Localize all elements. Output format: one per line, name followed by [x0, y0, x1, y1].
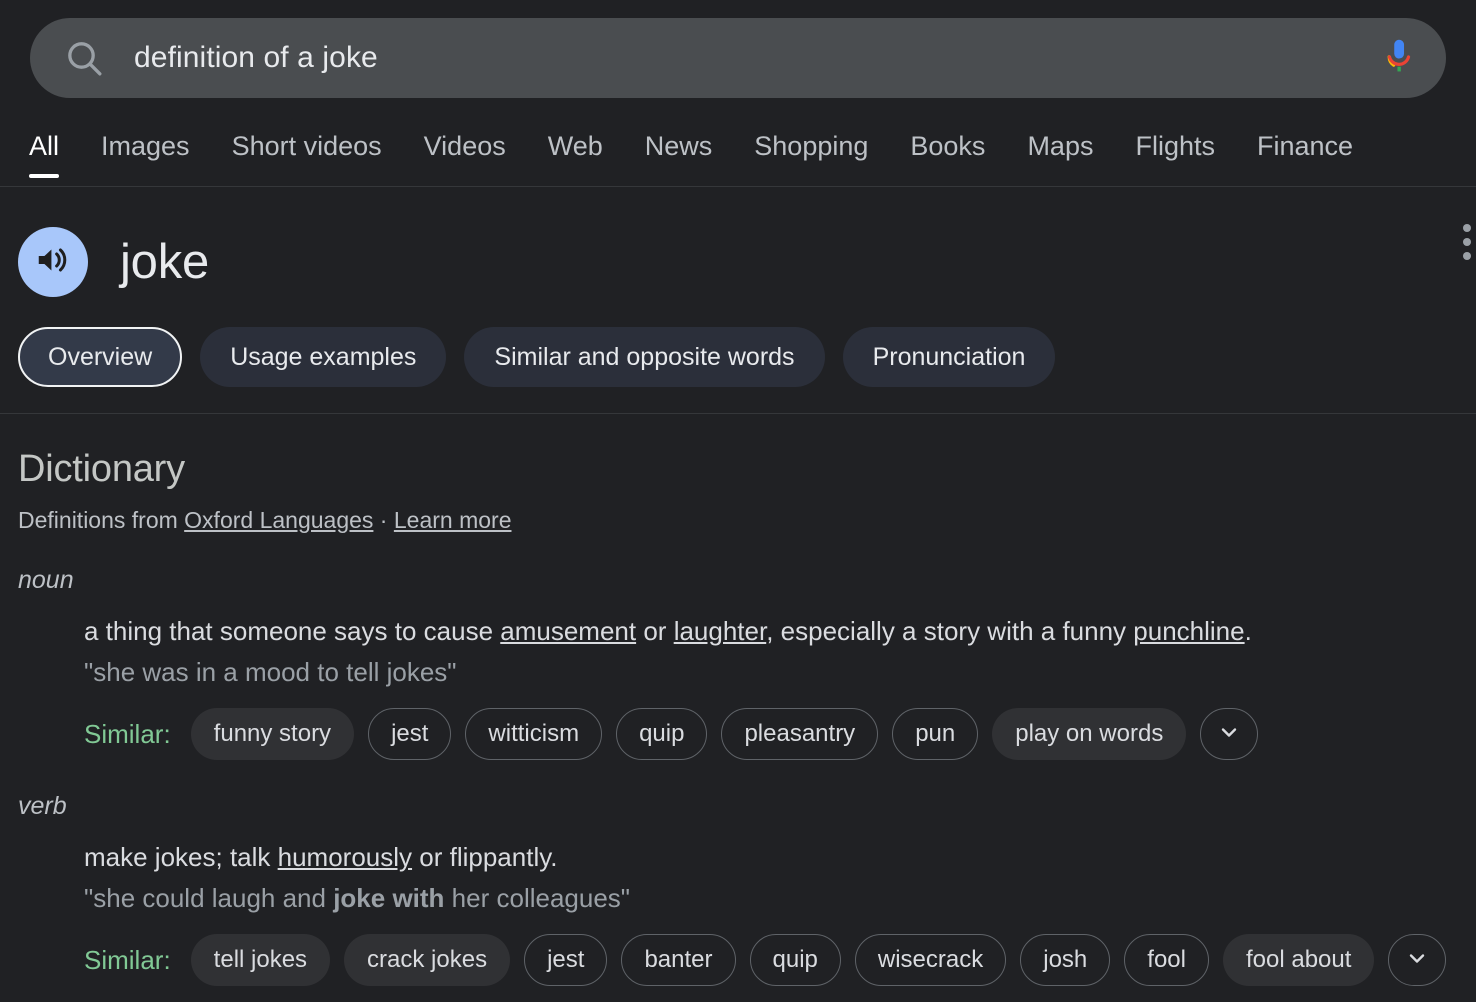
search-bar[interactable]: [30, 18, 1446, 98]
synonym-chip[interactable]: pleasantry: [721, 708, 879, 760]
search-input[interactable]: [104, 41, 1378, 75]
tab-label: Images: [101, 131, 190, 161]
similar-label: Similar:: [84, 718, 171, 749]
tab-label: Web: [547, 131, 603, 161]
expand-synonyms-button[interactable]: [1388, 934, 1447, 986]
definition-segment: make jokes; talk: [84, 842, 278, 872]
tab-maps[interactable]: Maps: [1006, 124, 1114, 168]
tab-finance[interactable]: Finance: [1236, 124, 1374, 168]
section-chip-row: Overview Usage examples Similar and oppo…: [0, 297, 1476, 413]
tab-videos[interactable]: Videos: [403, 124, 527, 168]
section-chip-label: Pronunciation: [872, 342, 1026, 371]
chevron-down-icon: [1405, 946, 1429, 975]
section-chip-similar-and-opposite-words[interactable]: Similar and opposite words: [464, 327, 825, 387]
section-chip-label: Overview: [48, 342, 153, 371]
synonym-chip[interactable]: play on words: [992, 708, 1187, 760]
tab-label: Short videos: [231, 131, 382, 161]
tab-label: Videos: [423, 131, 506, 161]
synonym-chip[interactable]: jest: [368, 708, 452, 760]
tab-label: Maps: [1027, 131, 1094, 161]
synonym-chip[interactable]: witticism: [465, 708, 603, 760]
synonym-row-verb: Similar: tell jokes crack jokes jest ban…: [84, 934, 1458, 986]
definition-link-laughter[interactable]: laughter: [674, 616, 767, 646]
definition-link-punchline[interactable]: punchline: [1133, 616, 1244, 646]
expand-synonyms-button[interactable]: [1200, 708, 1259, 760]
search-tabs: All Images Short videos Videos Web News …: [0, 124, 1476, 186]
tab-label: All: [29, 131, 60, 161]
example-segment: her colleagues": [444, 882, 631, 913]
definition-segment: a thing that someone says to cause: [84, 616, 501, 646]
synonym-chip[interactable]: crack jokes: [344, 934, 511, 986]
chevron-down-icon: [1217, 720, 1241, 749]
tab-label: Books: [910, 131, 986, 161]
synonym-chip[interactable]: fool about: [1222, 934, 1375, 986]
learn-more-link[interactable]: Learn more: [394, 507, 512, 533]
definition-segment: .: [1244, 616, 1252, 646]
page-title: joke: [120, 235, 210, 289]
tab-books[interactable]: Books: [889, 124, 1006, 168]
definition-text: a thing that someone says to cause amuse…: [84, 615, 1458, 648]
volume-up-icon: [34, 241, 72, 284]
synonym-chip[interactable]: quip: [749, 934, 841, 986]
definition-text: make jokes; talk humorously or flippantl…: [84, 841, 1458, 874]
synonym-chip[interactable]: josh: [1020, 934, 1111, 986]
tab-label: Flights: [1135, 131, 1215, 161]
tab-short-videos[interactable]: Short videos: [211, 124, 403, 168]
synonym-chip[interactable]: pun: [892, 708, 979, 760]
oxford-languages-link[interactable]: Oxford Languages: [184, 507, 373, 533]
example-segment: "she was in a mood to tell jokes": [84, 656, 457, 687]
definition-segment: , especially a story with a funny: [766, 616, 1134, 646]
dictionary-panel: Dictionary Definitions from Oxford Langu…: [0, 414, 1476, 986]
synonym-chip[interactable]: banter: [621, 934, 736, 986]
dictionary-heading: Dictionary: [18, 448, 185, 490]
source-prefix: Definitions from: [18, 507, 185, 533]
section-chip-label: Similar and opposite words: [494, 342, 795, 371]
synonym-chip[interactable]: jest: [524, 934, 608, 986]
search-bar-container: [0, 0, 1476, 98]
microphone-icon[interactable]: [1378, 37, 1420, 79]
tab-label: News: [644, 131, 713, 161]
definition-segment: or: [636, 616, 674, 646]
tab-label: Shopping: [754, 131, 869, 161]
synonym-row-noun: Similar: funny story jest witticism quip…: [84, 708, 1458, 760]
tab-images[interactable]: Images: [80, 124, 211, 168]
definition-example: "she was in a mood to tell jokes": [84, 656, 1458, 689]
tab-news[interactable]: News: [624, 124, 734, 168]
search-icon: [64, 38, 104, 78]
dictionary-source-line: Definitions from Oxford Languages · Lear…: [18, 507, 1458, 534]
section-chip-overview[interactable]: Overview: [18, 327, 183, 387]
part-of-speech-verb: verb: [18, 792, 67, 820]
definition-link-amusement[interactable]: amusement: [500, 616, 636, 646]
sense-noun: a thing that someone says to cause amuse…: [18, 615, 1458, 760]
example-highlight: joke with: [333, 882, 445, 913]
sense-verb: make jokes; talk humorously or flippantl…: [18, 841, 1458, 986]
synonym-chip[interactable]: fool: [1124, 934, 1209, 986]
definition-link-humorously[interactable]: humorously: [278, 842, 412, 872]
synonym-chip[interactable]: funny story: [190, 708, 355, 760]
definition-example: "she could laugh and joke with her colle…: [84, 882, 1458, 915]
similar-label: Similar:: [84, 944, 171, 975]
word-header: joke: [0, 187, 1476, 297]
synonym-chip[interactable]: tell jokes: [190, 934, 331, 986]
more-vertical-icon[interactable]: [1454, 224, 1476, 260]
tab-shopping[interactable]: Shopping: [733, 124, 889, 168]
tab-all[interactable]: All: [8, 124, 80, 178]
pronounce-button[interactable]: [18, 227, 88, 297]
section-chip-usage-examples[interactable]: Usage examples: [200, 327, 447, 387]
synonym-chip[interactable]: wisecrack: [854, 934, 1007, 986]
tab-web[interactable]: Web: [527, 124, 624, 168]
section-chip-pronunciation[interactable]: Pronunciation: [842, 327, 1056, 387]
synonym-chip[interactable]: quip: [616, 708, 708, 760]
definition-segment: or flippantly.: [412, 842, 558, 872]
tab-label: Finance: [1257, 131, 1354, 161]
example-segment: "she could laugh and: [84, 882, 334, 913]
part-of-speech-noun: noun: [18, 566, 74, 594]
source-separator: ·: [373, 507, 394, 533]
tab-flights[interactable]: Flights: [1114, 124, 1236, 168]
section-chip-label: Usage examples: [230, 342, 417, 371]
